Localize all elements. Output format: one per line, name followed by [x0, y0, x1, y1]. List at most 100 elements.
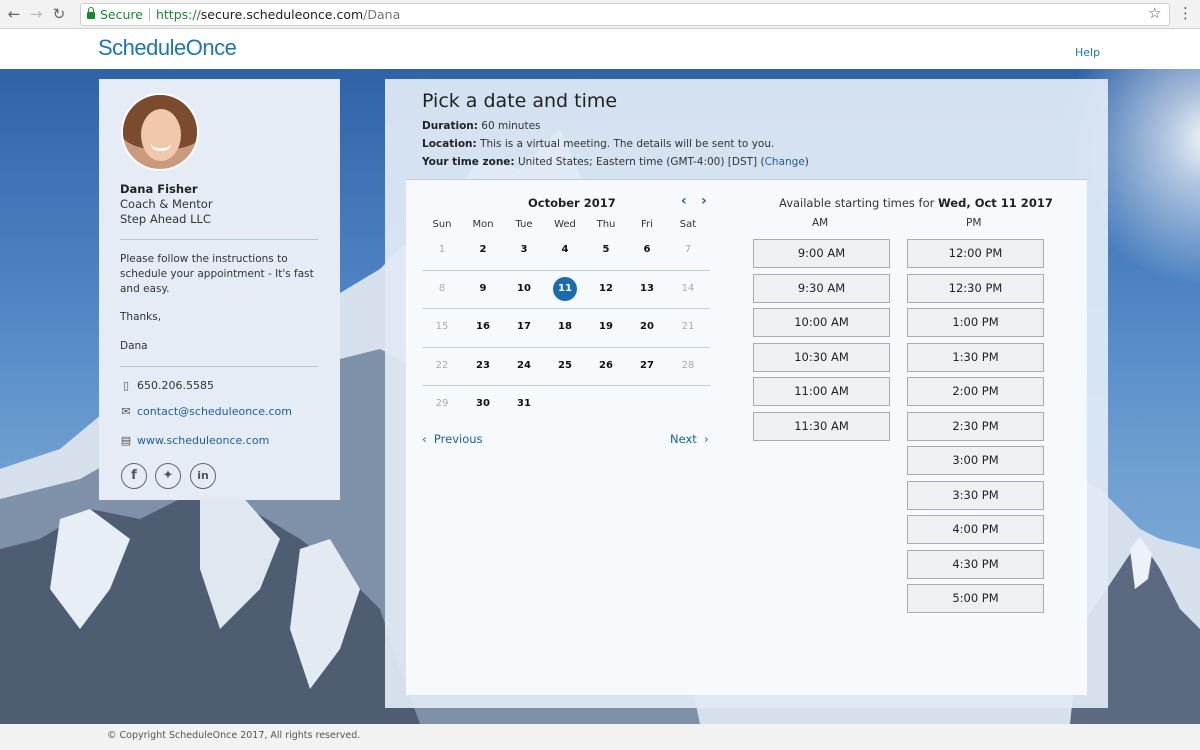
- twitter-icon[interactable]: ✦: [155, 463, 181, 489]
- calendar-day[interactable]: 3: [504, 244, 544, 255]
- bookmark-star-icon[interactable]: ☆: [1148, 4, 1161, 22]
- address-bar[interactable]: Secure https://secure.scheduleonce.com/Da…: [80, 3, 1170, 26]
- calendar-day-selected[interactable]: 11: [545, 283, 585, 294]
- weekday-header: Thu: [596, 219, 616, 230]
- calendar-day[interactable]: 2: [463, 244, 503, 255]
- calendar-day[interactable]: 31: [504, 398, 544, 409]
- timezone-label: Your time zone:: [422, 156, 515, 168]
- back-icon[interactable]: ←: [5, 4, 23, 24]
- time-slot-button[interactable]: 12:00 PM: [907, 239, 1044, 268]
- calendar-row-divider: [422, 308, 710, 309]
- calendar-day[interactable]: 24: [504, 360, 544, 371]
- calendar-day[interactable]: 27: [627, 360, 667, 371]
- previous-month-link[interactable]: ‹ Previous: [422, 432, 483, 446]
- scheduleonce-logo[interactable]: ScheduleOnce: [98, 35, 237, 61]
- secure-label: Secure: [100, 7, 143, 22]
- calendar-day: 7: [684, 244, 692, 255]
- page-title: Pick a date and time: [422, 90, 618, 112]
- calendar-day[interactable]: 6: [627, 244, 667, 255]
- time-slot-button[interactable]: 10:30 AM: [753, 342, 890, 372]
- calendar-day[interactable]: 17: [504, 321, 544, 332]
- facebook-icon[interactable]: f: [121, 463, 147, 489]
- time-slot-button[interactable]: 12:30 PM: [907, 273, 1044, 303]
- envelope-icon: ✉: [121, 405, 131, 418]
- profile-thanks: Thanks,: [120, 311, 162, 323]
- time-slot-button[interactable]: 4:30 PM: [907, 549, 1044, 579]
- url-separator: [148, 8, 150, 21]
- website-link[interactable]: www.scheduleonce.com: [137, 434, 269, 447]
- calendar-day[interactable]: 20: [627, 321, 667, 332]
- calendar-day[interactable]: 26: [586, 360, 626, 371]
- timezone-line: Your time zone: United States; Eastern t…: [422, 156, 809, 168]
- selected-date: Wed, Oct 11 2017: [938, 196, 1053, 210]
- calendar-day: 1: [438, 244, 446, 255]
- time-slot-button[interactable]: 5:00 PM: [907, 584, 1044, 613]
- contact-website: ▤ www.scheduleonce.com: [120, 434, 269, 447]
- calendar-day[interactable]: 19: [586, 321, 626, 332]
- available-times-prefix: Available starting times for: [779, 196, 939, 210]
- weekday-header: Wed: [554, 219, 576, 230]
- calendar-day: 29: [435, 398, 449, 409]
- calendar-day: 14: [681, 283, 695, 294]
- weekday-header: Mon: [472, 219, 494, 230]
- forward-icon[interactable]: →: [27, 4, 45, 24]
- change-timezone-link[interactable]: Change: [765, 156, 805, 168]
- pm-column-heading: PM: [966, 217, 982, 229]
- calendar-day: 8: [438, 283, 446, 294]
- profile-title: Coach & Mentor: [120, 197, 213, 211]
- divider: [120, 239, 318, 240]
- time-slot-button[interactable]: 2:00 PM: [907, 377, 1044, 406]
- calendar-day[interactable]: 10: [504, 283, 544, 294]
- calendar-day[interactable]: 18: [545, 321, 585, 332]
- url-host: secure.scheduleonce.com: [200, 7, 364, 22]
- weekday-header: Sun: [432, 219, 452, 230]
- calendar-day[interactable]: 12: [586, 283, 626, 294]
- duration-line: Duration: 60 minutes: [422, 120, 541, 132]
- chevron-left-icon[interactable]: ‹: [681, 193, 687, 209]
- footer: © Copyright ScheduleOnce 2017, All right…: [0, 724, 1200, 750]
- time-slot-button[interactable]: 2:30 PM: [907, 411, 1044, 441]
- chevron-right-icon[interactable]: ›: [701, 193, 707, 209]
- calendar-day[interactable]: 5: [586, 244, 626, 255]
- available-times-heading: Available starting times for Wed, Oct 11…: [779, 196, 1053, 210]
- browser-menu-icon[interactable]: ⋮: [1178, 4, 1193, 22]
- time-slot-button[interactable]: 9:00 AM: [753, 239, 890, 268]
- time-slot-button[interactable]: 1:00 PM: [907, 308, 1044, 337]
- time-slot-button[interactable]: 1:30 PM: [907, 342, 1044, 372]
- timezone-value: United States; Eastern time (GMT-4:00) […: [514, 156, 765, 168]
- next-month-link[interactable]: Next ›: [670, 432, 709, 446]
- calendar-day[interactable]: 9: [463, 283, 503, 294]
- time-slot-button[interactable]: 10:00 AM: [753, 308, 890, 337]
- calendar-day[interactable]: 4: [545, 244, 585, 255]
- calendar-day[interactable]: 13: [627, 283, 667, 294]
- time-slot-button[interactable]: 4:00 PM: [907, 515, 1044, 544]
- url-path: /Dana: [363, 7, 401, 22]
- time-slot-button[interactable]: 9:30 AM: [753, 273, 890, 303]
- time-slot-button[interactable]: 11:00 AM: [753, 377, 890, 406]
- calendar-day[interactable]: 30: [463, 398, 503, 409]
- time-slot-button[interactable]: 3:00 PM: [907, 446, 1044, 475]
- time-slot-button[interactable]: 11:30 AM: [753, 411, 890, 441]
- next-label: Next: [670, 432, 697, 446]
- location-line: Location: This is a virtual meeting. The…: [422, 138, 774, 150]
- divider: [120, 366, 318, 367]
- reload-icon[interactable]: ↻: [50, 4, 68, 24]
- site-header: ScheduleOnce Help: [0, 29, 1200, 69]
- calendar-day: 21: [681, 321, 695, 332]
- browser-toolbar: ← → ↻ Secure https://secure.scheduleonce.…: [0, 0, 1200, 29]
- calendar-day[interactable]: 23: [463, 360, 503, 371]
- profile-name: Dana Fisher: [120, 182, 198, 196]
- linkedin-icon[interactable]: in: [190, 463, 216, 489]
- time-slot-button[interactable]: 3:30 PM: [907, 480, 1044, 510]
- browser-window-icon: ▤: [120, 434, 132, 447]
- profile-message: Please follow the instructions to schedu…: [120, 253, 314, 295]
- location-value: This is a virtual meeting. The details w…: [476, 138, 775, 150]
- chevron-right-icon: ›: [704, 432, 709, 446]
- calendar-day[interactable]: 25: [545, 360, 585, 371]
- calendar-day: 28: [681, 360, 695, 371]
- calendar-row-divider: [422, 385, 710, 386]
- phone-icon: ▯: [122, 379, 130, 392]
- calendar-day[interactable]: 16: [463, 321, 503, 332]
- email-link[interactable]: contact@scheduleonce.com: [137, 405, 292, 418]
- help-link[interactable]: Help: [1075, 46, 1100, 59]
